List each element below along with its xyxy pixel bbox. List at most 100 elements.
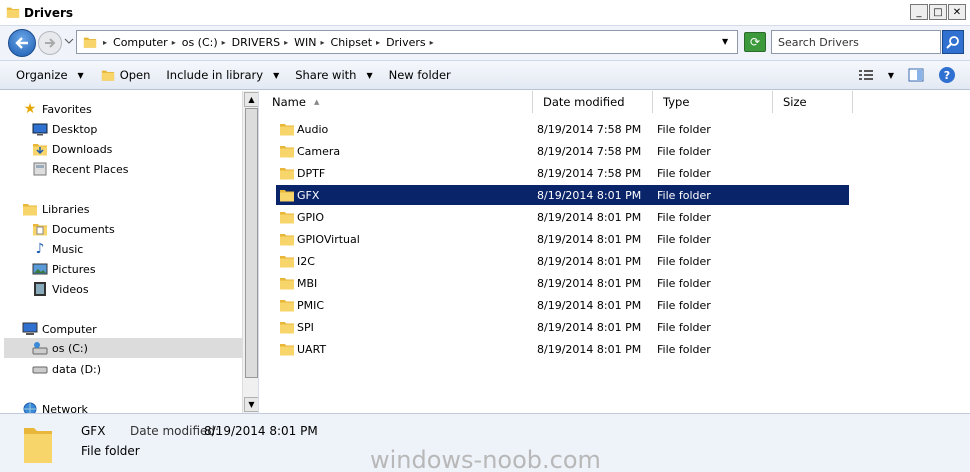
views-dropdown-icon[interactable]: ▼ bbox=[888, 71, 894, 80]
address-field[interactable]: ▸ Computer ▸ os (C:) ▸ DRIVERS ▸ WIN ▸ Chips… bbox=[76, 30, 738, 54]
scroll-thumb[interactable] bbox=[245, 108, 258, 378]
file-date: 8/19/2014 7:58 PM bbox=[537, 145, 642, 158]
chevron-right-icon[interactable]: ▸ bbox=[222, 38, 226, 47]
command-toolbar: Organize ▼ Open Include in library ▼ Share… bbox=[0, 60, 970, 90]
nav-item-documents[interactable]: Documents bbox=[32, 219, 258, 239]
nav-label: Libraries bbox=[42, 202, 90, 216]
file-row[interactable]: Camera 8/19/2014 7:58 PM File folder bbox=[276, 141, 849, 161]
open-button[interactable]: Open bbox=[92, 64, 159, 86]
forward-button[interactable] bbox=[38, 31, 62, 55]
file-name: I2C bbox=[297, 255, 315, 268]
chevron-right-icon[interactable]: ▸ bbox=[284, 38, 288, 47]
file-type: File folder bbox=[657, 321, 711, 334]
close-button[interactable]: ✕ bbox=[948, 4, 966, 20]
folder-icon bbox=[279, 209, 295, 225]
open-label: Open bbox=[119, 68, 151, 82]
nav-scrollbar[interactable]: ▲ ▼ bbox=[242, 91, 258, 413]
column-header-size[interactable]: Size bbox=[773, 91, 853, 113]
breadcrumb-drivers[interactable]: DRIVERS bbox=[232, 36, 280, 49]
column-header-date-modified[interactable]: Date modified bbox=[533, 91, 653, 113]
chevron-down-icon: ▼ bbox=[273, 70, 280, 80]
breadcrumb-chipset[interactable]: Chipset bbox=[331, 36, 373, 49]
nav-label: Documents bbox=[52, 222, 115, 236]
nav-item-recent-places[interactable]: Recent Places bbox=[32, 159, 258, 179]
nav-item-os-c[interactable]: os (C:) bbox=[4, 338, 242, 358]
help-icon[interactable]: ? bbox=[938, 66, 956, 84]
search-input[interactable]: Search Drivers bbox=[771, 30, 941, 54]
open-folder-icon bbox=[100, 68, 116, 82]
file-row[interactable]: MBI 8/19/2014 8:01 PM File folder bbox=[276, 273, 849, 293]
nav-item-videos[interactable]: Videos bbox=[32, 279, 258, 299]
arrow-right-icon bbox=[45, 38, 56, 48]
music-icon: ♪ bbox=[35, 241, 45, 257]
search-icon bbox=[946, 36, 959, 49]
chevron-right-icon[interactable]: ▸ bbox=[321, 38, 325, 47]
nav-item-favorites[interactable]: ★ Favorites bbox=[22, 99, 258, 119]
minimize-button[interactable]: _ bbox=[910, 4, 928, 20]
file-date: 8/19/2014 8:01 PM bbox=[537, 255, 642, 268]
file-name: Audio bbox=[297, 123, 329, 136]
file-row[interactable]: GPIOVirtual 8/19/2014 8:01 PM File folder bbox=[276, 229, 849, 249]
breadcrumb-computer[interactable]: Computer bbox=[113, 36, 168, 49]
file-row[interactable]: PMIC 8/19/2014 8:01 PM File folder bbox=[276, 295, 849, 315]
details-name: GFX bbox=[81, 424, 106, 438]
chevron-right-icon[interactable]: ▸ bbox=[376, 38, 380, 47]
new-folder-label: New folder bbox=[388, 68, 451, 82]
file-row[interactable]: GPIO 8/19/2014 8:01 PM File folder bbox=[276, 207, 849, 227]
folder-icon bbox=[24, 428, 52, 463]
chevron-down-icon: ▼ bbox=[77, 70, 84, 80]
file-name: GPIO bbox=[297, 211, 325, 224]
file-row[interactable]: SPI 8/19/2014 8:01 PM File folder bbox=[276, 317, 849, 337]
recent-pages-dropdown[interactable] bbox=[64, 36, 74, 46]
nav-label: Favorites bbox=[42, 102, 92, 116]
views-icon[interactable] bbox=[858, 68, 874, 82]
chevron-right-icon[interactable]: ▸ bbox=[172, 38, 176, 47]
column-header-name[interactable]: Name ▲ bbox=[262, 91, 533, 113]
breadcrumb-drivers-current[interactable]: Drivers bbox=[386, 36, 426, 49]
window-title: Drivers bbox=[24, 6, 74, 20]
file-row[interactable]: UART 8/19/2014 8:01 PM File folder bbox=[276, 339, 849, 359]
refresh-button[interactable]: ⟳ bbox=[744, 32, 766, 52]
back-button[interactable] bbox=[8, 29, 36, 57]
file-row[interactable]: Audio 8/19/2014 7:58 PM File folder bbox=[276, 119, 849, 139]
share-with-button[interactable]: Share with ▼ bbox=[287, 64, 380, 86]
chevron-right-icon[interactable]: ▸ bbox=[430, 38, 434, 47]
details-pane: GFX Date modified: 8/19/2014 8:01 PM Fil… bbox=[0, 413, 970, 472]
nav-item-libraries[interactable]: Libraries bbox=[22, 199, 258, 219]
file-date: 8/19/2014 8:01 PM bbox=[537, 233, 642, 246]
chevron-right-icon[interactable]: ▸ bbox=[103, 38, 107, 47]
downloads-icon bbox=[32, 141, 48, 157]
file-name: SPI bbox=[297, 321, 314, 334]
nav-item-desktop[interactable]: Desktop bbox=[32, 119, 258, 139]
new-folder-button[interactable]: New folder bbox=[381, 64, 459, 86]
address-dropdown-icon[interactable]: ▼ bbox=[722, 37, 728, 46]
preview-pane-icon[interactable] bbox=[908, 68, 924, 82]
nav-item-downloads[interactable]: Downloads bbox=[32, 139, 258, 159]
nav-item-computer[interactable]: Computer bbox=[22, 319, 258, 339]
navigation-pane: ★ Favorites Desktop Downloads Recent Pla… bbox=[0, 91, 259, 413]
nav-item-music[interactable]: ♪ Music bbox=[32, 239, 258, 259]
breadcrumb-win[interactable]: WIN bbox=[294, 36, 316, 49]
breadcrumb-os-c[interactable]: os (C:) bbox=[182, 36, 218, 49]
search-button[interactable] bbox=[942, 30, 964, 54]
scroll-down-icon[interactable]: ▼ bbox=[244, 397, 258, 412]
file-row[interactable]: DPTF 8/19/2014 7:58 PM File folder bbox=[276, 163, 849, 183]
nav-item-pictures[interactable]: Pictures bbox=[32, 259, 258, 279]
sort-ascending-icon: ▲ bbox=[313, 98, 320, 106]
folder-icon bbox=[279, 121, 295, 137]
file-row[interactable]: I2C 8/19/2014 8:01 PM File folder bbox=[276, 251, 849, 271]
file-date: 8/19/2014 8:01 PM bbox=[537, 211, 642, 224]
nav-item-network[interactable]: Network bbox=[22, 399, 258, 413]
recent-places-icon bbox=[32, 161, 48, 177]
column-header-type[interactable]: Type bbox=[653, 91, 773, 113]
organize-button[interactable]: Organize ▼ bbox=[8, 64, 92, 86]
refresh-icon: ⟳ bbox=[749, 35, 761, 49]
file-row[interactable]: GFX 8/19/2014 8:01 PM File folder bbox=[276, 185, 849, 205]
include-in-library-button[interactable]: Include in library ▼ bbox=[158, 64, 287, 86]
file-name: PMIC bbox=[297, 299, 325, 312]
nav-label: data (D:) bbox=[52, 362, 102, 376]
scroll-up-icon[interactable]: ▲ bbox=[244, 92, 258, 107]
folder-icon bbox=[279, 187, 295, 203]
nav-item-data-d[interactable]: data (D:) bbox=[32, 359, 258, 379]
maximize-button[interactable]: □ bbox=[929, 4, 947, 20]
